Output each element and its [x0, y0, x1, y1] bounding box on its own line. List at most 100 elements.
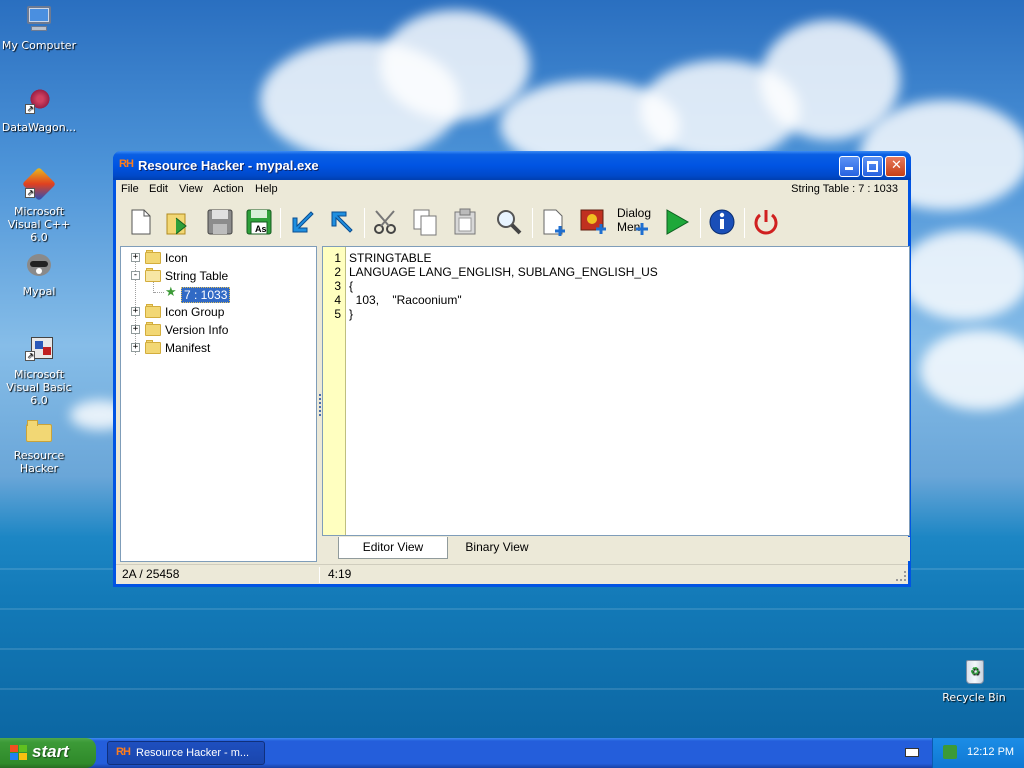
tab-binary-view[interactable]: Binary View: [452, 537, 542, 559]
menu-edit[interactable]: Edit: [149, 183, 168, 195]
resource-hacker-window: RH Resource Hacker - mypal.exe ✕ File Ed…: [113, 151, 911, 587]
windows-logo-icon: [10, 745, 28, 761]
menu-help[interactable]: Help: [255, 183, 278, 195]
start-label: start: [32, 742, 69, 761]
menu-file[interactable]: File: [121, 183, 139, 195]
script-editor[interactable]: 1 2 3 4 5 STRINGTABLE LANGUAGE LANG_ENGL…: [322, 246, 910, 536]
desktop-icon-mypal[interactable]: Mypal: [1, 250, 77, 298]
collapse-icon[interactable]: -: [131, 271, 140, 280]
expand-icon[interactable]: +: [131, 343, 140, 352]
desktop-icon-datawagon[interactable]: ↗ DataWagon...: [1, 86, 77, 134]
add-image-resource-button[interactable]: [578, 206, 610, 238]
minimize-button[interactable]: [839, 156, 860, 177]
compile-run-button[interactable]: [661, 206, 693, 238]
menu-bar: File Edit View Action Help String Table …: [116, 180, 908, 200]
computer-icon: [23, 4, 55, 36]
resize-grip-icon[interactable]: [896, 571, 906, 581]
folder-icon: [145, 250, 161, 264]
tree-node-icon[interactable]: + Icon: [121, 249, 316, 267]
add-blank-resource-button[interactable]: [538, 206, 570, 238]
tree-node-label: Icon: [165, 251, 188, 265]
window-title: Resource Hacker - mypal.exe: [138, 158, 319, 173]
status-cursor-position: 4:19: [328, 567, 352, 581]
cut-button[interactable]: [370, 206, 402, 238]
tab-label: Editor View: [362, 540, 424, 554]
tree-node-version-info[interactable]: + Version Info: [121, 321, 316, 339]
code-line[interactable]: 103, "Racoonium": [349, 293, 462, 307]
paste-button[interactable]: [449, 206, 481, 238]
desktop-icon-visual-basic[interactable]: ↗ Microsoft Visual Basic 6.0: [1, 333, 77, 407]
folder-icon: [145, 322, 161, 336]
tree-node-label-selected: 7 : 1033: [181, 287, 231, 303]
menu-view[interactable]: View: [179, 183, 203, 195]
splitter-grip[interactable]: [319, 394, 321, 416]
info-icon: [709, 209, 735, 235]
line-number: 3: [334, 279, 341, 293]
recycle-bin-icon: ♻: [958, 656, 990, 688]
expand-icon[interactable]: +: [131, 307, 140, 316]
new-button[interactable]: [124, 206, 156, 238]
tree-node-label: Icon Group: [165, 305, 225, 319]
desktop-icon-visual-cpp[interactable]: ↗ Microsoft Visual C++ 6.0: [1, 167, 77, 244]
taskbar: start RH Resource Hacker - m... 12:12 PM: [0, 738, 1024, 768]
taskbar-item-resource-hacker[interactable]: RH Resource Hacker - m...: [107, 741, 265, 765]
forward-button[interactable]: [326, 206, 358, 238]
toolbar-separator: [280, 208, 281, 238]
desktop-icon-label: My Computer: [1, 39, 77, 52]
arrow-down-left-icon: [292, 211, 314, 233]
find-button[interactable]: [493, 206, 525, 238]
close-button[interactable]: ✕: [885, 156, 906, 177]
desktop-icon-resource-hacker[interactable]: Resource Hacker: [1, 414, 77, 475]
network-icon[interactable]: [943, 745, 957, 759]
save-button[interactable]: [204, 206, 236, 238]
add-dialog-menu-button[interactable]: Dialog Men: [616, 206, 652, 238]
title-bar[interactable]: RH Resource Hacker - mypal.exe ✕: [113, 151, 911, 180]
expand-icon[interactable]: +: [131, 325, 140, 334]
desktop-icon-recycle-bin[interactable]: ♻ Recycle Bin: [936, 656, 1012, 704]
tree-node-label: Version Info: [165, 323, 229, 337]
start-button[interactable]: start: [0, 738, 96, 768]
back-button[interactable]: [287, 206, 319, 238]
status-offset: 2A / 25458: [122, 567, 180, 581]
tree-node-manifest[interactable]: + Manifest: [121, 339, 316, 357]
add-resource-icon: [543, 209, 565, 236]
tree-node-string-table[interactable]: - String Table: [121, 267, 316, 285]
desktop-icon-label: Microsoft Visual Basic 6.0: [6, 368, 72, 407]
tab-label: Binary View: [465, 540, 529, 554]
copy-button[interactable]: [409, 206, 441, 238]
close-icon: ✕: [891, 158, 902, 173]
expand-icon[interactable]: +: [131, 253, 140, 262]
play-icon: [666, 209, 690, 235]
folder-icon: [145, 304, 161, 318]
visual-cpp-icon: ↗: [22, 167, 56, 202]
tree-node-icon-group[interactable]: + Icon Group: [121, 303, 316, 321]
current-resource-label: String Table : 7 : 1033: [791, 183, 898, 195]
menu-action[interactable]: Action: [213, 183, 244, 195]
new-file-icon: [131, 209, 151, 235]
code-line[interactable]: STRINGTABLE: [349, 251, 431, 265]
taskbar-item-label: Resource Hacker - m...: [136, 747, 250, 759]
open-button[interactable]: [162, 206, 194, 238]
tree-node-7-1033[interactable]: ★ 7 : 1033: [121, 285, 316, 303]
system-tray: 12:12 PM: [932, 738, 1024, 768]
clock[interactable]: 12:12 PM: [967, 746, 1014, 758]
about-button[interactable]: [706, 206, 738, 238]
app-icon: RH: [119, 158, 134, 170]
add-image-icon: [580, 209, 606, 234]
toolbar-separator: [364, 208, 365, 238]
desktop-icon-my-computer[interactable]: My Computer: [1, 4, 77, 52]
save-as-button[interactable]: As: [243, 206, 275, 238]
folder-icon: [23, 414, 55, 446]
status-bar: 2A / 25458 4:19: [116, 564, 908, 584]
maximize-button[interactable]: [862, 156, 883, 177]
datawagon-icon: ↗: [23, 86, 55, 118]
code-line[interactable]: {: [349, 279, 353, 293]
resource-tree[interactable]: + Icon - String Table ★ 7 : 1033 + Icon …: [120, 246, 317, 562]
line-number: 1: [334, 251, 341, 265]
tab-editor-view[interactable]: Editor View: [338, 537, 448, 559]
code-line[interactable]: LANGUAGE LANG_ENGLISH, SUBLANG_ENGLISH_U…: [349, 265, 658, 279]
keyboard-icon[interactable]: [905, 748, 919, 757]
toolbar-separator: [700, 208, 701, 238]
code-line[interactable]: }: [349, 307, 353, 321]
exit-button[interactable]: [750, 206, 782, 238]
